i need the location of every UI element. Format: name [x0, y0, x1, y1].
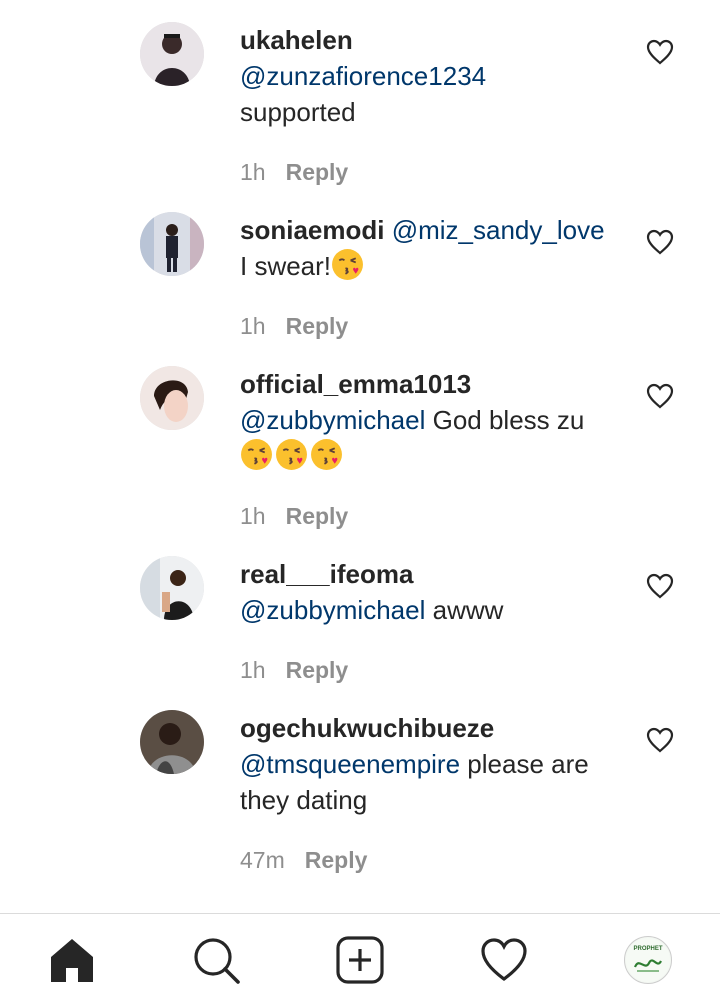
comment-username[interactable]: real___ifeoma — [240, 556, 630, 592]
reply-button[interactable]: Reply — [286, 159, 349, 185]
reply-button[interactable]: Reply — [286, 503, 349, 529]
bottom-navigation: PROPHET — [0, 913, 720, 1005]
heart-outline-icon[interactable] — [646, 727, 674, 753]
reply-button[interactable]: Reply — [305, 847, 368, 873]
comment-text: official_emma1013 @zubbymichael God bles… — [240, 366, 630, 474]
profile-badge-image: PROPHET — [624, 936, 672, 984]
kissing-face-emoji — [332, 249, 363, 280]
kissing-face-emoji — [276, 439, 307, 470]
comment-username[interactable]: ogechukwuchibueze — [240, 710, 630, 746]
reply-button[interactable]: Reply — [286, 313, 349, 339]
heart-outline-icon[interactable] — [646, 573, 674, 599]
heart-outline-icon[interactable] — [646, 229, 674, 255]
comment-text: ukahelen @zunzafiorence1234 supported — [240, 22, 630, 130]
avatar[interactable] — [140, 22, 204, 86]
avatar[interactable] — [140, 366, 204, 430]
kissing-face-emoji — [311, 439, 342, 470]
comment-meta: 47m Reply — [240, 846, 367, 874]
comment-username[interactable]: soniaemodi — [240, 215, 384, 245]
comment-time: 47m — [240, 847, 285, 873]
add-post-icon[interactable] — [336, 936, 384, 984]
comment-body: I swear! — [240, 251, 332, 281]
comment-time: 1h — [240, 657, 266, 683]
profile-badge-text: PROPHET — [633, 946, 662, 952]
comment-meta: 1h Reply — [240, 312, 348, 340]
comment-mention[interactable]: @zubbymichael — [240, 405, 425, 435]
avatar[interactable] — [140, 556, 204, 620]
comment-text: ogechukwuchibueze @tmsqueenempire please… — [240, 710, 630, 818]
avatar[interactable] — [140, 212, 204, 276]
comment-body: God bless zu — [432, 405, 585, 435]
heart-icon[interactable] — [480, 936, 528, 984]
heart-outline-icon[interactable] — [646, 383, 674, 409]
heart-outline-icon[interactable] — [646, 39, 674, 65]
comment-text: soniaemodi @miz_sandy_love I swear! — [240, 212, 630, 284]
comment-time: 1h — [240, 503, 266, 529]
comment-text: real___ifeoma @zubbymichael awww — [240, 556, 630, 628]
kissing-face-emoji — [241, 439, 272, 470]
avatar[interactable] — [140, 710, 204, 774]
search-icon[interactable] — [192, 936, 240, 984]
comment-username[interactable]: official_emma1013 — [240, 366, 630, 402]
comment-username[interactable]: ukahelen — [240, 22, 630, 58]
comment-meta: 1h Reply — [240, 158, 348, 186]
comment-body: supported — [240, 97, 356, 127]
comment-body: awww — [432, 595, 504, 625]
comment-meta: 1h Reply — [240, 656, 348, 684]
comment-meta: 1h Reply — [240, 502, 348, 530]
reply-button[interactable]: Reply — [286, 657, 349, 683]
comment-mention[interactable]: @zubbymichael — [240, 595, 425, 625]
profile-avatar[interactable]: PROPHET — [624, 936, 672, 984]
comment-time: 1h — [240, 313, 266, 339]
home-icon[interactable] — [48, 936, 96, 984]
comment-time: 1h — [240, 159, 266, 185]
comment-mention[interactable]: @tmsqueenempire — [240, 749, 460, 779]
comment-mention[interactable]: @zunzafiorence1234 — [240, 61, 486, 91]
comment-mention[interactable]: @miz_sandy_love — [392, 215, 605, 245]
